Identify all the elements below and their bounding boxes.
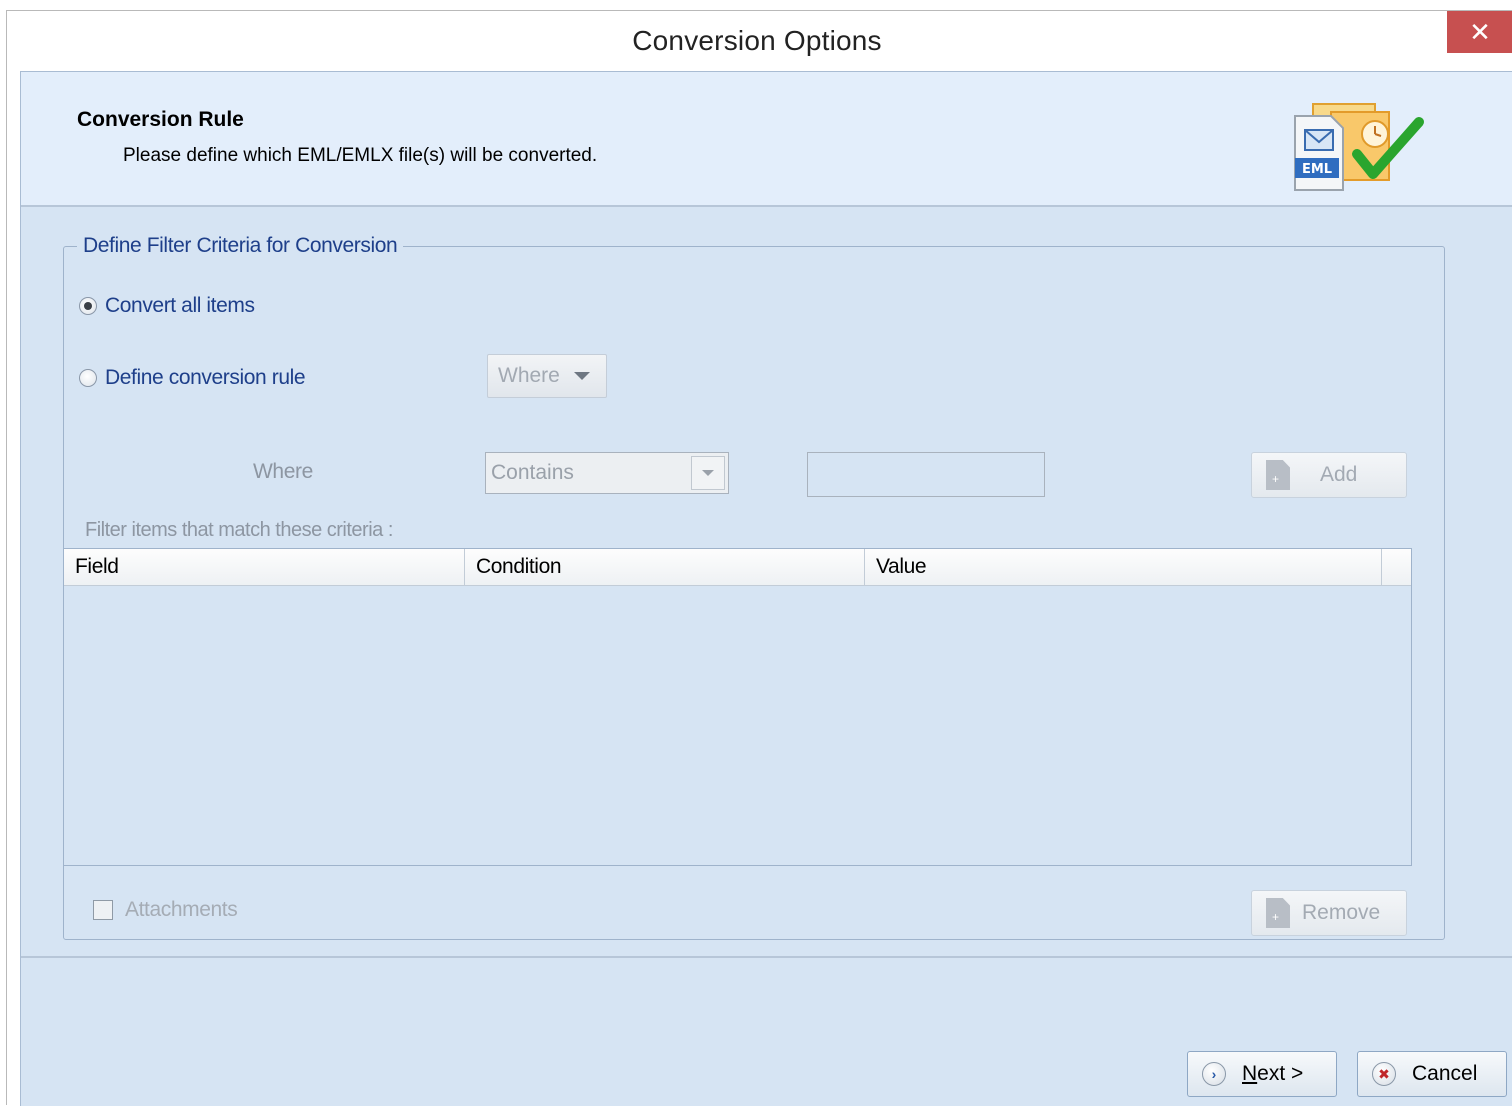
chevron-right-icon: › xyxy=(1202,1062,1226,1086)
remove-button-label: Remove xyxy=(1302,901,1381,924)
where-label: Where xyxy=(253,460,313,483)
window-title: Conversion Options xyxy=(632,25,882,56)
where-dropdown-label: Where xyxy=(498,364,560,387)
conversion-options-window: Conversion Options ✕ Conversion Rule Ple… xyxy=(6,10,1512,1106)
next-button-label: Next > xyxy=(1242,1062,1304,1085)
dropdown-arrow-icon xyxy=(573,372,590,380)
remove-document-icon xyxy=(1266,898,1290,928)
condition-value: Contains xyxy=(491,461,574,484)
svg-text:EML: EML xyxy=(1302,162,1332,177)
attachments-label: Attachments xyxy=(125,898,238,921)
criteria-caption: Filter items that match these criteria : xyxy=(85,519,393,541)
cancel-x-icon: ✖ xyxy=(1372,1062,1396,1086)
column-header-condition[interactable]: Condition xyxy=(465,549,865,585)
next-button[interactable]: › Next > xyxy=(1187,1051,1337,1097)
filter-group-legend: Define Filter Criteria for Conversion xyxy=(77,234,404,258)
eml-conversion-icon: EML xyxy=(1294,103,1424,191)
footer-divider xyxy=(21,956,1512,958)
radio-indicator-checked[interactable] xyxy=(79,297,97,315)
attachments-checkbox[interactable]: Attachments xyxy=(93,898,238,922)
radio-indicator[interactable] xyxy=(79,369,97,387)
add-document-icon xyxy=(1266,460,1290,490)
convert-all-items-radio[interactable]: Convert all items xyxy=(79,294,255,318)
where-dropdown-button[interactable]: Where xyxy=(487,354,607,398)
add-button-label: Add xyxy=(1320,463,1358,486)
close-button[interactable]: ✕ xyxy=(1447,11,1512,53)
dialog-body: Conversion Rule Please define which EML/… xyxy=(20,71,1512,1106)
define-conversion-rule-label: Define conversion rule xyxy=(105,366,306,389)
header-subtitle: Please define which EML/EMLX file(s) wil… xyxy=(123,145,598,166)
add-button[interactable]: Add xyxy=(1251,452,1407,498)
cancel-button-label: Cancel xyxy=(1412,1062,1478,1085)
criteria-list-header: Field Condition Value xyxy=(64,549,1411,586)
close-icon: ✕ xyxy=(1469,16,1491,47)
define-conversion-rule-radio[interactable]: Define conversion rule xyxy=(79,366,306,390)
wizard-header: Conversion Rule Please define which EML/… xyxy=(21,72,1512,207)
chevron-down-icon xyxy=(702,470,714,476)
condition-dropdown-button[interactable] xyxy=(691,456,725,490)
checkbox-indicator[interactable] xyxy=(93,900,113,920)
column-header-value[interactable]: Value xyxy=(865,549,1382,585)
criteria-list[interactable]: Field Condition Value xyxy=(63,548,1412,866)
remove-button[interactable]: Remove xyxy=(1251,890,1407,936)
title-bar: Conversion Options ✕ xyxy=(7,11,1512,71)
criteria-value-input[interactable] xyxy=(807,452,1045,497)
column-header-field[interactable]: Field xyxy=(64,549,465,585)
condition-combobox[interactable]: Contains xyxy=(485,452,729,494)
header-title: Conversion Rule xyxy=(77,108,244,131)
convert-all-items-label: Convert all items xyxy=(105,294,255,317)
cancel-button[interactable]: ✖ Cancel xyxy=(1357,1051,1507,1097)
